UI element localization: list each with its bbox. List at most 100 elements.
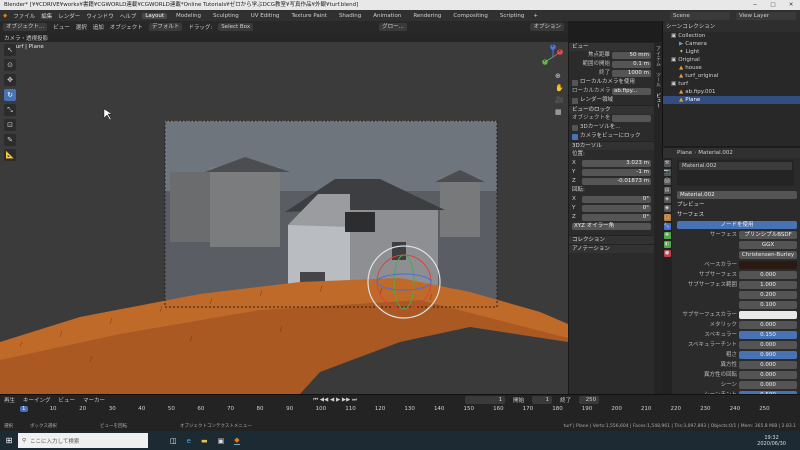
outliner-row[interactable]: ▲ ab.fipy.001 xyxy=(663,88,800,96)
tab-tool[interactable]: ツール xyxy=(654,72,662,87)
cursor-loc-y-field[interactable]: -1 m xyxy=(582,169,651,176)
transform-orientation-dropdown[interactable]: グロー... xyxy=(379,23,407,31)
material-field-value[interactable]: 0.000 xyxy=(739,271,797,279)
blender-logo-icon[interactable]: ◆ xyxy=(3,13,7,19)
minimize-button[interactable]: ─ xyxy=(746,0,764,10)
windows-start-icon[interactable]: ⊞ xyxy=(0,436,18,445)
maximize-button[interactable]: □ xyxy=(764,0,782,10)
annotation-section-header[interactable]: アノテーション xyxy=(569,244,654,253)
blender-taskbar-icon[interactable]: ◆ xyxy=(234,436,240,445)
material-field-value[interactable]: 0.900 xyxy=(739,351,797,359)
scene-selector[interactable]: Scene xyxy=(670,11,730,20)
menu-render[interactable]: レンダー xyxy=(58,12,80,20)
subsurface-method-dropdown[interactable]: Christensen-Burley xyxy=(739,251,797,259)
3d-viewport[interactable]: (1) turf | Plane X Z Y ⊕ ✋ 🎥 ▦ xyxy=(0,42,568,394)
outliner-row[interactable]: ▶ Camera xyxy=(663,40,800,48)
timeline-menu-playback[interactable]: 再生 xyxy=(4,396,15,404)
outliner-row[interactable]: ▲ turf_original xyxy=(663,72,800,80)
material-slot[interactable]: Material.002 xyxy=(679,162,792,170)
menu-window[interactable]: ウィンドウ xyxy=(86,12,114,20)
cursor-rot-z-field[interactable]: 0° xyxy=(582,214,651,221)
view-layer-tab-icon[interactable]: ▤ xyxy=(663,187,671,194)
clip-start-field[interactable]: 0.1 m xyxy=(612,61,651,68)
transport-controls[interactable]: ⏮ ◀◀ ◀ ▶ ▶▶ ⏭ xyxy=(313,397,357,404)
material-field-value[interactable]: 1.000 xyxy=(739,281,797,289)
file-explorer-icon[interactable]: ▬ xyxy=(201,437,208,445)
render-region-checkbox[interactable] xyxy=(572,97,578,104)
transform-tool-icon[interactable]: ⊡ xyxy=(4,119,16,131)
mode-dropdown[interactable]: オブジェクト... xyxy=(3,23,48,31)
lock-cursor-checkbox[interactable] xyxy=(572,124,578,131)
cursor-section-header[interactable]: 3Dカーソル xyxy=(569,141,654,150)
select-box-dropdown[interactable]: Select Box xyxy=(218,23,254,31)
modifier-tab-icon[interactable]: 🔧 xyxy=(663,223,671,230)
task-view-icon[interactable]: ◫ xyxy=(170,437,177,445)
cursor-tool-icon[interactable]: ⊙ xyxy=(4,59,16,71)
shader-dropdown[interactable]: プリンシプルBSDF xyxy=(739,231,797,239)
workspace-tab-rendering[interactable]: Rendering xyxy=(410,13,444,19)
menu-object[interactable]: オブジェクト xyxy=(110,23,143,31)
outliner-row[interactable]: ▲ house xyxy=(663,64,800,72)
world-tab-icon[interactable]: ◉ xyxy=(663,205,671,212)
material-field-value[interactable]: 0.000 xyxy=(739,381,797,389)
frame-end-field[interactable]: 250 xyxy=(579,396,600,404)
local-camera-checkbox[interactable] xyxy=(572,79,578,86)
tab-item[interactable]: アイテム xyxy=(654,46,662,66)
material-field-value[interactable]: 0.100 xyxy=(739,301,797,309)
menu-edit[interactable]: 編集 xyxy=(41,12,52,20)
focal-length-field[interactable]: 50 mm xyxy=(612,52,651,59)
orientation-dropdown[interactable]: デフォルト xyxy=(148,23,183,31)
workspace-tab-layout[interactable]: Layout xyxy=(142,12,168,19)
use-nodes-button[interactable]: ノードを使用 xyxy=(677,221,797,229)
taskbar-search-box[interactable]: ⚲ ここに入力して検索 xyxy=(18,433,148,448)
annotate-tool-icon[interactable]: ✎ xyxy=(4,134,16,146)
cursor-rot-y-field[interactable]: 0° xyxy=(582,205,651,212)
tool-tab-icon[interactable]: ⚒ xyxy=(663,160,671,167)
material-field-value[interactable]: 0.000 xyxy=(739,361,797,369)
frame-start-field[interactable]: 1 xyxy=(532,396,553,404)
render-tab-icon[interactable]: 📷 xyxy=(663,169,671,176)
close-button[interactable]: ✕ xyxy=(782,0,800,10)
menu-view[interactable]: ビュー xyxy=(53,23,70,31)
cursor-loc-x-field[interactable]: 3.023 m xyxy=(582,160,651,167)
outliner-row[interactable]: ▣ Collection xyxy=(663,32,800,40)
material-field-value[interactable]: 0.200 xyxy=(739,291,797,299)
workspace-tab-texture-paint[interactable]: Texture Paint xyxy=(288,13,330,19)
timeline-menu-marker[interactable]: マーカー xyxy=(83,396,105,404)
pan-hand-icon[interactable]: ✋ xyxy=(555,84,564,92)
material-tab-icon[interactable]: ● xyxy=(663,250,671,257)
surface-section-header[interactable]: サーフェス xyxy=(663,210,800,220)
timeline-menu-view[interactable]: ビュー xyxy=(59,396,76,404)
camera-view-icon[interactable]: 🎥 xyxy=(555,96,564,104)
workspace-tab-compositing[interactable]: Compositing xyxy=(450,13,490,19)
preview-section-header[interactable]: プレビュー xyxy=(663,200,800,210)
collection-section-header[interactable]: コレクション xyxy=(569,235,654,244)
view-layer-selector[interactable]: View Layer xyxy=(736,11,796,20)
scene-tab-icon[interactable]: ◈ xyxy=(663,196,671,203)
material-field-value[interactable] xyxy=(739,261,797,269)
rotation-mode-dropdown[interactable]: XYZ オイラー角 xyxy=(572,223,651,230)
material-field-value[interactable]: 0.150 xyxy=(739,331,797,339)
edge-icon[interactable]: e xyxy=(187,437,191,445)
grid-icon[interactable]: ▦ xyxy=(555,108,564,116)
outliner-row[interactable]: ✦ Light xyxy=(663,48,800,56)
zoom-icon[interactable]: ⊕ xyxy=(555,72,564,80)
material-field-value[interactable]: 0.000 xyxy=(739,371,797,379)
menu-add[interactable]: 追加 xyxy=(93,23,104,31)
distribution-dropdown[interactable]: GGX xyxy=(739,241,797,249)
material-name-field[interactable]: Material.002 xyxy=(677,191,797,199)
workspace-tab-shading[interactable]: Shading xyxy=(336,13,364,19)
workspace-tab-modeling[interactable]: Modeling xyxy=(173,13,204,19)
view-lock-section-header[interactable]: ビューのロック xyxy=(569,105,654,114)
view-section-header[interactable]: ビュー xyxy=(569,42,654,51)
material-slot-list[interactable]: Material.002 xyxy=(677,160,794,186)
workspace-tab-uv-editing[interactable]: UV Editing xyxy=(248,13,283,19)
material-field-value[interactable] xyxy=(739,311,797,319)
output-tab-icon[interactable]: 🖨 xyxy=(663,178,671,185)
menu-help[interactable]: ヘルプ xyxy=(120,12,137,20)
navigation-gizmo[interactable]: X Z Y xyxy=(540,44,566,70)
outliner-row[interactable]: ▣ turf xyxy=(663,80,800,88)
cursor-loc-z-field[interactable]: -0.01873 m xyxy=(582,178,651,185)
measure-tool-icon[interactable]: 📐 xyxy=(4,149,16,161)
local-camera-field[interactable]: ab.fipy... xyxy=(612,88,651,95)
